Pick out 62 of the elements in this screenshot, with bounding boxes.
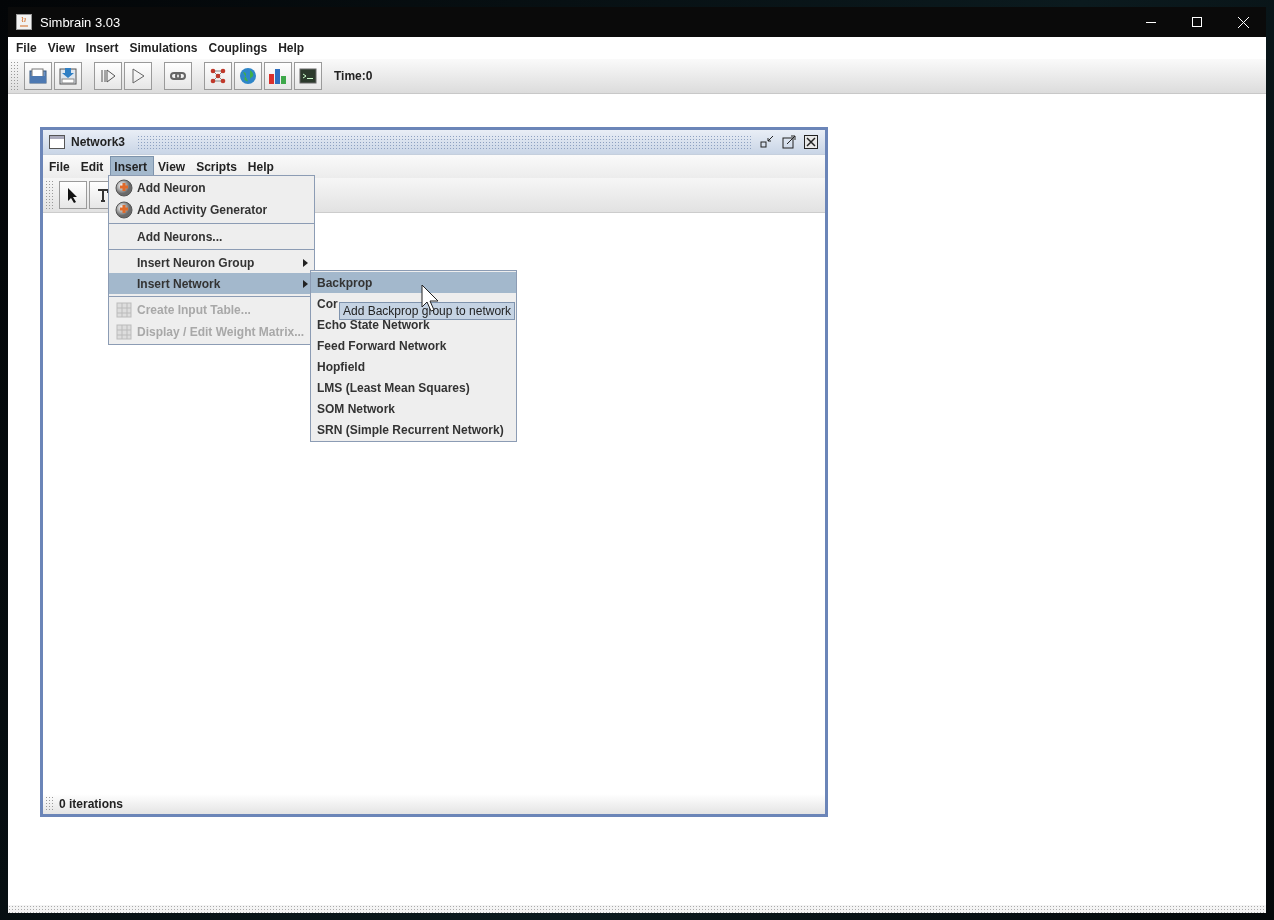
menu-item[interactable]: Simulations [125,37,205,59]
toolbar-grip[interactable] [45,180,55,210]
menu-item[interactable]: Add Activity Generator [109,199,314,221]
globe-icon [239,67,257,85]
menu-item[interactable]: Feed Forward Network [311,335,516,356]
bar-chart-icon [268,67,288,85]
java-app-icon [16,14,32,30]
table-icon [116,302,132,318]
menu-item[interactable]: Couplings [204,37,275,59]
window-title: Simbrain 3.03 [40,14,121,30]
toolbar-button[interactable] [264,62,292,90]
minimize-button[interactable] [759,134,775,150]
tooltip: Add Backprop group to network [339,302,516,320]
pointer-icon [67,187,79,203]
menu-item[interactable]: Insert Neuron Group [109,252,314,273]
window-title: Network3 [71,135,126,149]
network-icon [209,67,227,85]
time-label: Time:0 [334,69,373,83]
neuron-icon [115,201,133,219]
submenu-arrow-icon [303,258,308,267]
toolbar-button[interactable] [294,62,322,90]
menu-item[interactable]: Backprop [311,272,516,293]
step-icon [99,67,117,85]
menu-item[interactable]: View [154,155,193,178]
menu-item[interactable]: Add Neurons... [109,226,314,247]
status-text: 0 iterations [59,797,124,811]
select-tool-button[interactable] [59,181,87,209]
link-icon [169,70,187,82]
menu-item[interactable]: Add Neuron [109,177,314,199]
menu-item[interactable]: Scripts [192,155,244,178]
close-icon [1237,16,1249,28]
terminal-icon [299,68,317,84]
maximize-icon [782,135,796,149]
menu-item[interactable]: Edit [76,155,111,178]
menu-item[interactable]: Hopfield [311,356,516,377]
window-icon [49,135,65,149]
menu-item[interactable]: LMS (Least Mean Squares) [311,377,516,398]
submenu-arrow-icon [303,279,308,288]
toolbar-button[interactable] [164,62,192,90]
menu-item[interactable]: SOM Network [311,398,516,419]
close-icon [804,135,818,149]
menu-item[interactable]: File [12,37,44,59]
toolbar-grip[interactable] [10,61,20,91]
minimize-icon [760,135,774,149]
menu-item[interactable]: Insert [110,155,155,178]
maximize-icon [1192,17,1202,27]
table-icon [116,324,132,340]
menu-item[interactable]: Insert [81,37,126,59]
menu-item[interactable]: File [45,155,77,178]
folder-icon [29,68,47,84]
toolbar-button[interactable] [204,62,232,90]
menu-item[interactable]: View [43,37,82,59]
save-icon [59,67,77,85]
maximize-button[interactable] [781,134,797,150]
play-icon [129,67,147,85]
neuron-icon [115,179,133,197]
close-button[interactable] [803,134,819,150]
menu-item[interactable]: Help [274,37,312,59]
text-tool-icon [96,188,110,202]
minimize-icon [1146,21,1156,23]
menu-item[interactable]: Help [243,155,281,178]
menu-item[interactable]: SRN (Simple Recurrent Network) [311,419,516,440]
